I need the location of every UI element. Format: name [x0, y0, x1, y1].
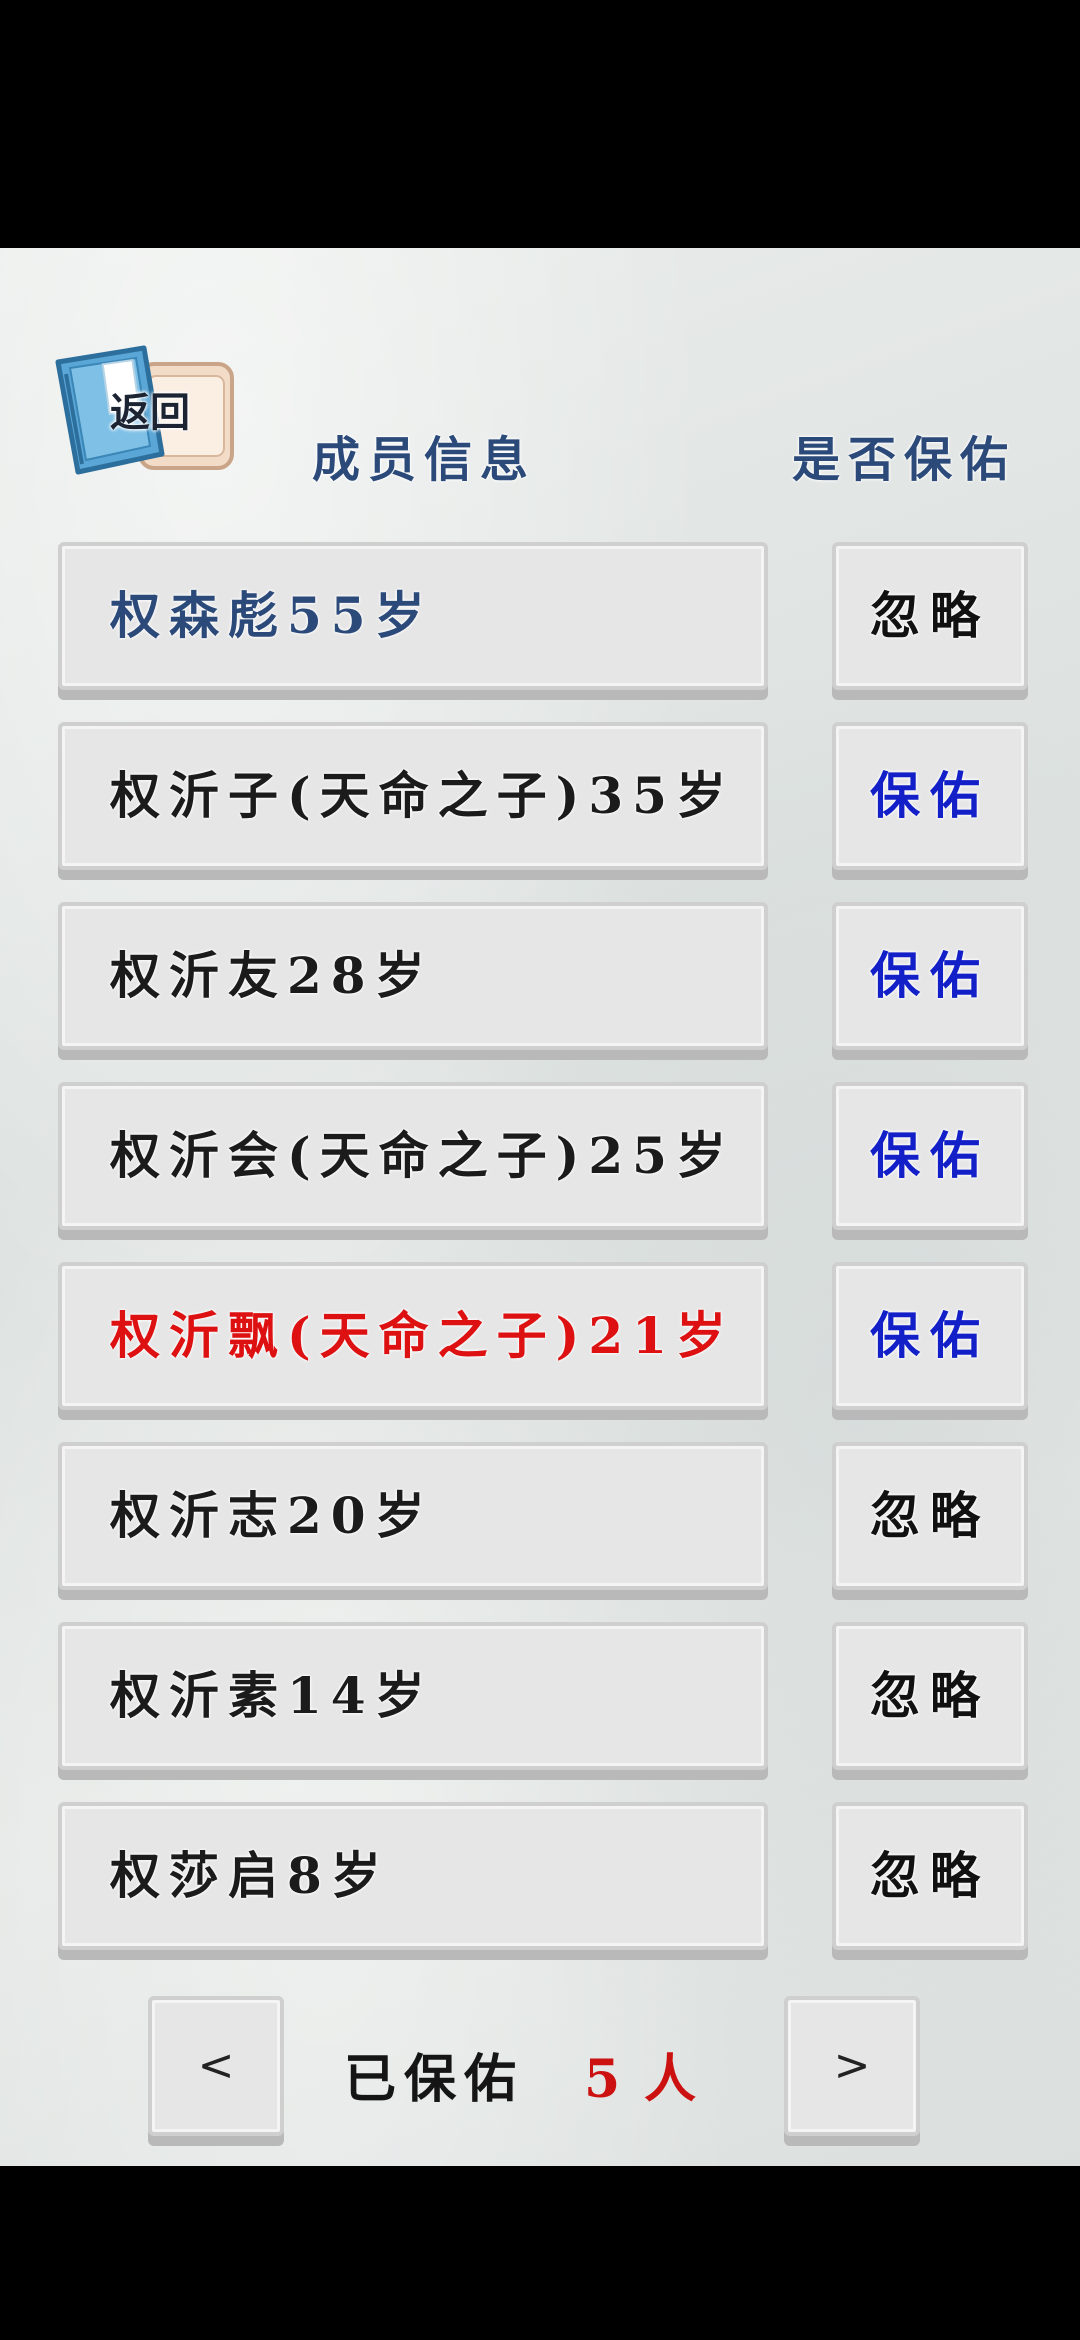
member-row: 权沂子(天命之子)35岁 保佑: [0, 722, 1080, 878]
member-name: 权沂友28岁: [110, 946, 434, 1005]
member-row: 权沂志20岁 忽略: [0, 1442, 1080, 1598]
member-name: 权沂会(天命之子)25岁: [110, 1126, 735, 1185]
member-name-card[interactable]: 权沂友28岁: [58, 902, 768, 1050]
protected-unit: 人: [644, 2049, 705, 2110]
back-label: 返回: [110, 390, 190, 436]
member-name-card[interactable]: 权森彪55岁: [58, 542, 768, 690]
prev-page-button[interactable]: <: [148, 1996, 284, 2136]
next-page-button[interactable]: >: [784, 1996, 920, 2136]
member-row: 权沂飘(天命之子)21岁 保佑: [0, 1262, 1080, 1418]
member-name-card[interactable]: 权沂素14岁: [58, 1622, 768, 1770]
member-name: 权莎启8岁: [110, 1846, 390, 1905]
member-name-card[interactable]: 权沂志20岁: [58, 1442, 768, 1590]
ignore-button[interactable]: 忽略: [832, 542, 1028, 690]
member-name: 权沂子(天命之子)35岁: [110, 766, 735, 825]
column-header-protect: 是否保佑: [792, 432, 1017, 488]
member-row: 权莎启8岁 忽略: [0, 1802, 1080, 1958]
protect-button[interactable]: 保佑: [832, 902, 1028, 1050]
member-name-card[interactable]: 权莎启8岁: [58, 1802, 768, 1950]
ignore-button[interactable]: 忽略: [832, 1802, 1028, 1950]
member-row: 权沂素14岁 忽略: [0, 1622, 1080, 1778]
column-header-member-info: 成员信息: [312, 432, 537, 488]
member-name-card[interactable]: 权沂会(天命之子)25岁: [58, 1082, 768, 1230]
member-row: 权沂友28岁 保佑: [0, 902, 1080, 1058]
member-name: 权森彪55岁: [110, 586, 434, 645]
back-button[interactable]: 返回: [52, 336, 242, 484]
ignore-button[interactable]: 忽略: [832, 1442, 1028, 1590]
protect-button[interactable]: 保佑: [832, 1262, 1028, 1410]
protected-summary-label: 已保佑: [344, 2049, 525, 2110]
member-row: 权沂会(天命之子)25岁 保佑: [0, 1082, 1080, 1238]
member-name: 权沂素14岁: [110, 1666, 434, 1725]
member-name-card[interactable]: 权沂子(天命之子)35岁: [58, 722, 768, 870]
member-name-card[interactable]: 权沂飘(天命之子)21岁: [58, 1262, 768, 1410]
member-row: 权森彪55岁 忽略: [0, 542, 1080, 698]
screen: 返回 成员信息 是否保佑 权森彪55岁 忽略 权沂子(天命之子)35岁 保佑 权沂友28…: [0, 0, 1080, 2340]
member-name: 权沂飘(天命之子)21岁: [110, 1306, 735, 1365]
protect-button[interactable]: 保佑: [832, 722, 1028, 870]
protect-button[interactable]: 保佑: [832, 1082, 1028, 1230]
ignore-button[interactable]: 忽略: [832, 1622, 1028, 1770]
member-name: 权沂志20岁: [110, 1486, 434, 1545]
protected-count: 5: [584, 2049, 629, 2110]
